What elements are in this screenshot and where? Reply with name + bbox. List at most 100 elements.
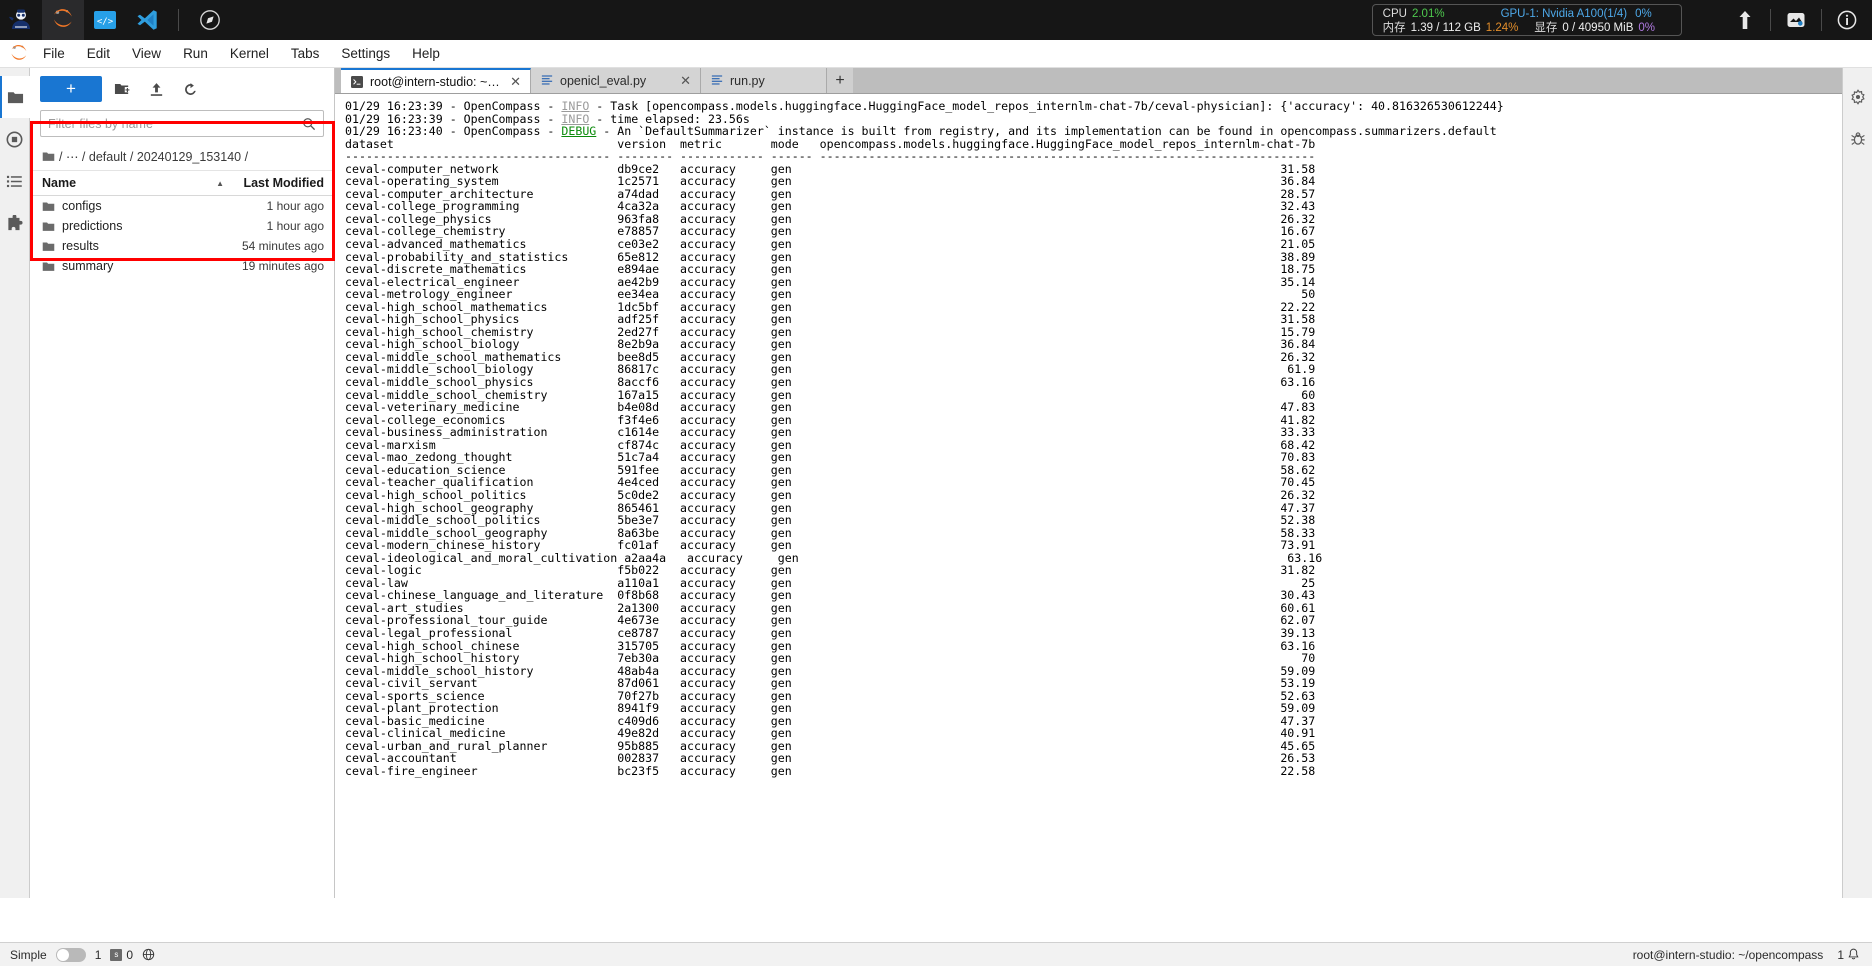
file-browser-toolbar: + <box>30 68 334 108</box>
file-modified: 1 hour ago <box>266 199 324 213</box>
os-right-icons <box>1720 0 1872 40</box>
filter-files-box[interactable] <box>40 110 324 137</box>
new-tab-button[interactable]: + <box>827 68 853 93</box>
sort-ascending-icon[interactable]: ▲ <box>216 179 224 188</box>
file-browser-icon[interactable] <box>0 76 30 118</box>
kernel-count: 0 <box>126 947 134 962</box>
running-terminals-icon[interactable] <box>0 118 30 160</box>
folder-icon <box>42 260 55 273</box>
menu-help[interactable]: Help <box>401 43 451 64</box>
kernel-count-chip[interactable]: s 0 <box>110 948 133 962</box>
cpu-label: CPU <box>1382 7 1407 20</box>
file-name: configs <box>62 199 102 213</box>
vscode-web-icon[interactable]: </> <box>84 0 126 40</box>
file-list: configs 1 hour ago predictions 1 hour ag… <box>30 196 334 276</box>
cpu-value: 2.01% <box>1411 7 1445 20</box>
new-folder-icon[interactable] <box>108 76 136 102</box>
menu-settings[interactable]: Settings <box>330 43 401 64</box>
file-name: predictions <box>62 219 123 233</box>
simple-mode-toggle[interactable] <box>55 947 86 962</box>
debugger-icon[interactable] <box>1843 118 1872 160</box>
left-sidebar-rail <box>0 68 30 898</box>
folder-icon[interactable] <box>42 150 55 163</box>
file-modified: 54 minutes ago <box>241 239 324 253</box>
upload-icon[interactable] <box>142 76 170 102</box>
list-item[interactable]: predictions 1 hour ago <box>30 216 334 236</box>
memory-label: 内存 <box>1382 21 1406 34</box>
menu-file[interactable]: File <box>32 43 76 64</box>
jupyterlab-icon[interactable] <box>42 0 84 40</box>
close-icon[interactable]: ✕ <box>508 74 521 90</box>
extension-manager-icon[interactable] <box>0 202 30 244</box>
server-status-icon[interactable] <box>1771 0 1821 40</box>
tab-run-py[interactable]: run.py <box>701 68 827 93</box>
menu-edit[interactable]: Edit <box>76 43 121 64</box>
taskbar-divider <box>178 9 179 31</box>
vram-value: 0 / 40950 MiB <box>1562 21 1634 34</box>
close-icon[interactable]: ✕ <box>678 73 691 89</box>
status-path: root@intern-studio: ~/opencompass <box>1632 947 1824 962</box>
list-item[interactable]: configs 1 hour ago <box>30 196 334 216</box>
memory-percent: 1.24% <box>1485 21 1519 34</box>
compass-icon[interactable] <box>189 0 231 40</box>
simple-mode-label: Simple <box>10 947 47 962</box>
menu-bar: File Edit View Run Kernel Tabs Settings … <box>0 40 1872 68</box>
tab-label: openicl_eval.py <box>560 73 647 88</box>
column-header-last-modified[interactable]: Last Modified <box>224 176 324 190</box>
search-input[interactable] <box>48 116 302 131</box>
menu-run[interactable]: Run <box>172 43 219 64</box>
column-name-label: Name <box>42 176 77 190</box>
os-taskbar: </> CPU 2.01% GPU-1: Nvidia A100(1/4) 0% <box>0 0 1872 40</box>
menu-kernel[interactable]: Kernel <box>219 43 280 64</box>
file-modified: 19 minutes ago <box>241 259 324 273</box>
menu-view[interactable]: View <box>121 43 172 64</box>
tab-openicl-eval[interactable]: openicl_eval.py ✕ <box>531 68 701 93</box>
notification-indicator[interactable]: 1 <box>1837 948 1860 962</box>
terminal-panel[interactable]: 01/29 16:23:39 - OpenCompass - INFO - Ta… <box>335 94 1872 898</box>
vscode-icon[interactable] <box>126 0 168 40</box>
terminal-output: 01/29 16:23:39 - OpenCompass - INFO - Ta… <box>345 99 1504 778</box>
table-of-contents-icon[interactable] <box>0 160 30 202</box>
text-file-icon <box>541 74 553 87</box>
new-launcher-button[interactable]: + <box>40 76 102 102</box>
menu-tabs[interactable]: Tabs <box>280 43 331 64</box>
terminal-icon <box>351 75 363 88</box>
globe-icon[interactable] <box>142 948 155 961</box>
kernel-square-icon: s <box>110 948 123 961</box>
intern-studio-logo-icon[interactable] <box>0 0 42 40</box>
breadcrumb[interactable]: / ⋯ / default / 20240129_153140 / <box>30 143 334 171</box>
terminal-count-chip[interactable]: 1 <box>95 948 102 962</box>
upload-arrow-icon[interactable] <box>1720 0 1770 40</box>
column-header-name[interactable]: Name <box>42 176 216 190</box>
system-stats-panel: CPU 2.01% GPU-1: Nvidia A100(1/4) 0% 内存 … <box>1371 4 1682 36</box>
folder-icon <box>42 220 55 233</box>
vram-percent: 0% <box>1638 21 1655 34</box>
main-dock-area: root@intern-studio: ~/ope ✕ openicl_eval… <box>335 68 1872 898</box>
list-item[interactable]: results 54 minutes ago <box>30 236 334 256</box>
bell-icon <box>1847 948 1860 961</box>
right-sidebar-rail <box>1842 68 1872 898</box>
refresh-icon[interactable] <box>176 76 204 102</box>
file-list-column-headers: Name ▲ Last Modified <box>30 171 334 196</box>
status-bar: Simple 1 s 0 root@intern-studio: ~/openc… <box>0 942 1872 966</box>
folder-icon <box>42 240 55 253</box>
file-name: summary <box>62 259 114 273</box>
gpu-label: GPU-1: Nvidia A100(1/4) <box>1500 7 1628 20</box>
jupyter-logo-icon <box>6 42 32 66</box>
list-item[interactable]: summary 19 minutes ago <box>30 256 334 276</box>
notification-count: 1 <box>1837 947 1844 962</box>
file-name: results <box>62 239 99 253</box>
text-file-icon <box>711 74 723 87</box>
tab-bar: root@intern-studio: ~/ope ✕ openicl_eval… <box>335 68 1872 94</box>
folder-icon <box>42 200 55 213</box>
info-circle-icon[interactable] <box>1822 0 1872 40</box>
svg-text:</>: </> <box>97 17 114 27</box>
vram-label: 显存 <box>1534 21 1558 34</box>
tab-label: run.py <box>730 73 765 88</box>
tab-label: root@intern-studio: ~/ope <box>370 74 502 89</box>
property-inspector-icon[interactable] <box>1843 76 1872 118</box>
tab-terminal[interactable]: root@intern-studio: ~/ope ✕ <box>341 68 531 93</box>
gpu-percent: 0% <box>1635 7 1652 20</box>
search-icon <box>302 117 316 131</box>
terminal-count: 1 <box>94 947 102 962</box>
